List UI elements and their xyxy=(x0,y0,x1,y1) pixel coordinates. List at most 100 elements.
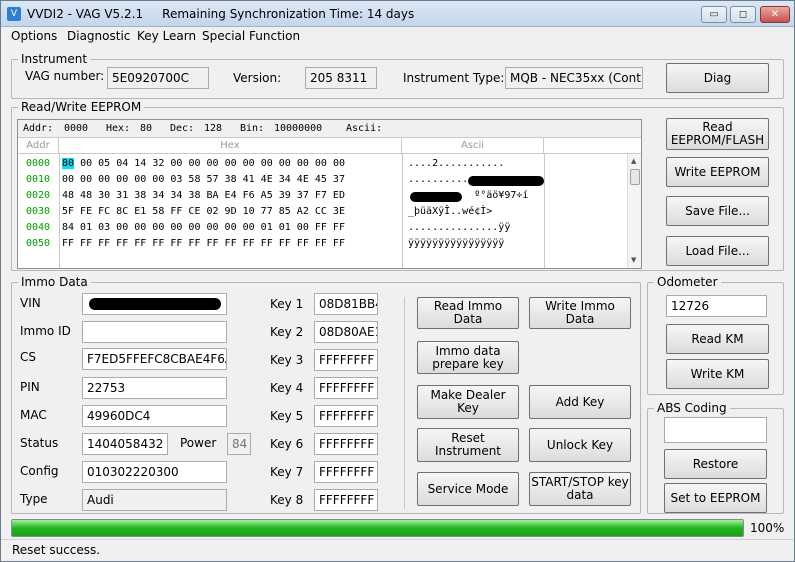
scroll-down-icon[interactable]: ▼ xyxy=(631,256,636,264)
row-address: 0030 xyxy=(25,206,51,217)
addr-info-value: 0000 xyxy=(64,123,89,134)
key-2-field[interactable]: 08D80AE1 xyxy=(314,321,378,343)
row-address: 0050 xyxy=(25,238,51,249)
key-1-field[interactable]: 08D81BB4 xyxy=(314,293,378,315)
mac-label: MAC xyxy=(20,408,47,422)
start-stop-key-data-button[interactable]: START/STOP key data xyxy=(529,472,631,506)
hex-column-header: Hex xyxy=(59,138,402,154)
hex-row[interactable]: 0000 80 00 05 04 14 32 00 00 00 00 00 00… xyxy=(18,156,628,172)
instrument-type-field[interactable]: MQB - NEC35xx (Contin xyxy=(505,67,643,89)
app-icon: V xyxy=(7,7,21,21)
load-file-button[interactable]: Load File... xyxy=(666,236,769,266)
write-immo-data-button[interactable]: Write Immo Data xyxy=(529,297,631,329)
pin-field[interactable]: 22753 xyxy=(82,377,227,399)
read-immo-data-button[interactable]: Read Immo Data xyxy=(417,297,519,329)
addr-info-label: Addr: xyxy=(23,123,54,134)
diag-button[interactable]: Diag xyxy=(666,63,769,93)
add-key-button[interactable]: Add Key xyxy=(529,385,631,419)
read-immo-label: Read Immo Data xyxy=(433,299,503,326)
row-hex-bytes: 5F FE FC 8C E1 58 FF CE 02 9D 10 77 85 A… xyxy=(62,206,345,217)
status-bar: Reset success. xyxy=(1,539,794,561)
immo-id-field[interactable] xyxy=(82,321,227,343)
odometer-field[interactable]: 12726 xyxy=(666,295,767,317)
key-6-label: Key 6 xyxy=(270,437,304,451)
scroll-up-icon[interactable]: ▲ xyxy=(631,157,636,165)
key-7-field[interactable]: FFFFFFFF xyxy=(314,461,378,483)
row-ascii: _þüäXÿÎ..wé¢Ì> xyxy=(408,206,493,217)
key-3-field[interactable]: FFFFFFFF xyxy=(314,349,378,371)
row-hex-bytes: 80 00 05 04 14 32 00 00 00 00 00 00 00 0… xyxy=(62,156,345,172)
immo-id-label: Immo ID xyxy=(20,324,71,338)
scroll-thumb[interactable] xyxy=(630,169,640,185)
menu-options[interactable]: Options xyxy=(11,29,57,43)
hex-row[interactable]: 0050 FF FF FF FF FF FF FF FF FF FF FF FF… xyxy=(18,236,628,252)
title-bar: V VVDI2 - VAG V5.2.1 Remaining Synchroni… xyxy=(1,1,794,27)
minimize-button[interactable]: ▭ xyxy=(701,6,727,23)
maximize-icon: ◻ xyxy=(738,9,748,20)
hex-scrollbar[interactable]: ▲ ▼ xyxy=(627,154,641,268)
immo-prepare-key-button[interactable]: Immo data prepare key xyxy=(417,341,519,374)
version-field[interactable]: 205 8311 xyxy=(305,67,377,89)
diag-button-label: Diag xyxy=(703,70,732,85)
set-to-eeprom-button[interactable]: Set to EEPROM xyxy=(664,483,767,513)
hex-editor[interactable]: Addr: 0000 Hex: 80 Dec: 128 Bin: 1000000… xyxy=(17,119,642,269)
redaction-mark xyxy=(410,192,462,202)
row-hex-rest: 00 05 04 14 32 00 00 00 00 00 00 00 00 0… xyxy=(80,158,345,169)
reset-instrument-label: Reset Instrument xyxy=(434,431,502,458)
make-dealer-key-button[interactable]: Make Dealer Key xyxy=(417,385,519,419)
save-file-button[interactable]: Save File... xyxy=(666,196,769,226)
write-eeprom-button[interactable]: Write EEPROM xyxy=(666,157,769,187)
service-mode-button[interactable]: Service Mode xyxy=(417,472,519,506)
service-mode-label: Service Mode xyxy=(427,481,509,496)
menu-diagnostic[interactable]: Diagnostic xyxy=(67,29,130,43)
reset-instrument-button[interactable]: Reset Instrument xyxy=(417,428,519,462)
vag-number-field[interactable]: 5E0920700C xyxy=(107,67,209,89)
menu-special-function[interactable]: Special Function xyxy=(202,29,300,43)
restore-button[interactable]: Restore xyxy=(664,449,767,479)
key-2-label: Key 2 xyxy=(270,325,304,339)
abs-coding-field[interactable] xyxy=(664,417,767,443)
row-ascii: .......... xyxy=(408,174,469,185)
read-eeprom-label: Read EEPROM/FLASH xyxy=(670,120,765,147)
row-hex-bytes: FF FF FF FF FF FF FF FF FF FF FF FF FF F… xyxy=(62,238,345,249)
start-stop-label: START/STOP key data xyxy=(531,475,629,502)
row-address: 0010 xyxy=(25,174,51,185)
unlock-key-button[interactable]: Unlock Key xyxy=(529,428,631,462)
row-ascii: ....2........... xyxy=(408,158,505,169)
menu-bar: Options Diagnostic Key Learn Special Fun… xyxy=(1,27,794,46)
key-5-field[interactable]: FFFFFFFF xyxy=(314,405,378,427)
eeprom-group-title: Read/Write EEPROM xyxy=(18,100,145,114)
hex-row[interactable]: 0040 84 01 03 00 00 00 00 00 00 00 00 01… xyxy=(18,220,628,236)
mac-field[interactable]: 49960DC4 xyxy=(82,405,227,427)
row-hex-bytes: 00 00 00 00 00 00 03 58 57 38 41 4E 34 4… xyxy=(62,174,345,185)
read-eeprom-flash-button[interactable]: Read EEPROM/FLASH xyxy=(666,118,769,150)
read-km-button[interactable]: Read KM xyxy=(666,324,769,354)
type-field: Audi xyxy=(82,489,227,511)
close-button[interactable]: ✕ xyxy=(760,6,790,23)
hex-info-value: 80 xyxy=(140,123,153,134)
immo-prepare-label: Immo data prepare key xyxy=(432,343,504,371)
write-km-button[interactable]: Write KM xyxy=(666,359,769,389)
status-field[interactable]: 1404058432 xyxy=(82,433,168,455)
progress-bar xyxy=(11,519,744,537)
key-6-field[interactable]: FFFFFFFF xyxy=(314,433,378,455)
progress-percent: 100% xyxy=(750,521,785,535)
key-5-label: Key 5 xyxy=(270,409,304,423)
bin-info-value: 10000000 xyxy=(274,123,323,134)
menu-key-learn[interactable]: Key Learn xyxy=(137,29,196,43)
cs-field[interactable]: F7ED5FFEFC8CBAE4F6A5 xyxy=(82,348,227,370)
load-file-label: Load File... xyxy=(685,243,750,258)
write-km-label: Write KM xyxy=(690,366,745,381)
key-8-field[interactable]: FFFFFFFF xyxy=(314,489,378,511)
odometer-group-title: Odometer xyxy=(654,275,721,289)
row-hex-bytes: 48 48 30 31 38 34 34 38 BA E4 F6 A5 39 3… xyxy=(62,190,345,201)
config-field[interactable]: 010302220300 xyxy=(82,461,227,483)
maximize-button[interactable]: ◻ xyxy=(730,6,756,23)
close-icon: ✕ xyxy=(770,9,780,20)
selected-byte[interactable]: 80 xyxy=(62,158,75,169)
key-4-field[interactable]: FFFFFFFF xyxy=(314,377,378,399)
row-address: 0000 xyxy=(25,158,51,169)
hex-row[interactable]: 0020 48 48 30 31 38 34 34 38 BA E4 F6 A5… xyxy=(18,188,628,204)
ascii-column-header: Ascii xyxy=(402,138,544,154)
hex-row[interactable]: 0030 5F FE FC 8C E1 58 FF CE 02 9D 10 77… xyxy=(18,204,628,220)
